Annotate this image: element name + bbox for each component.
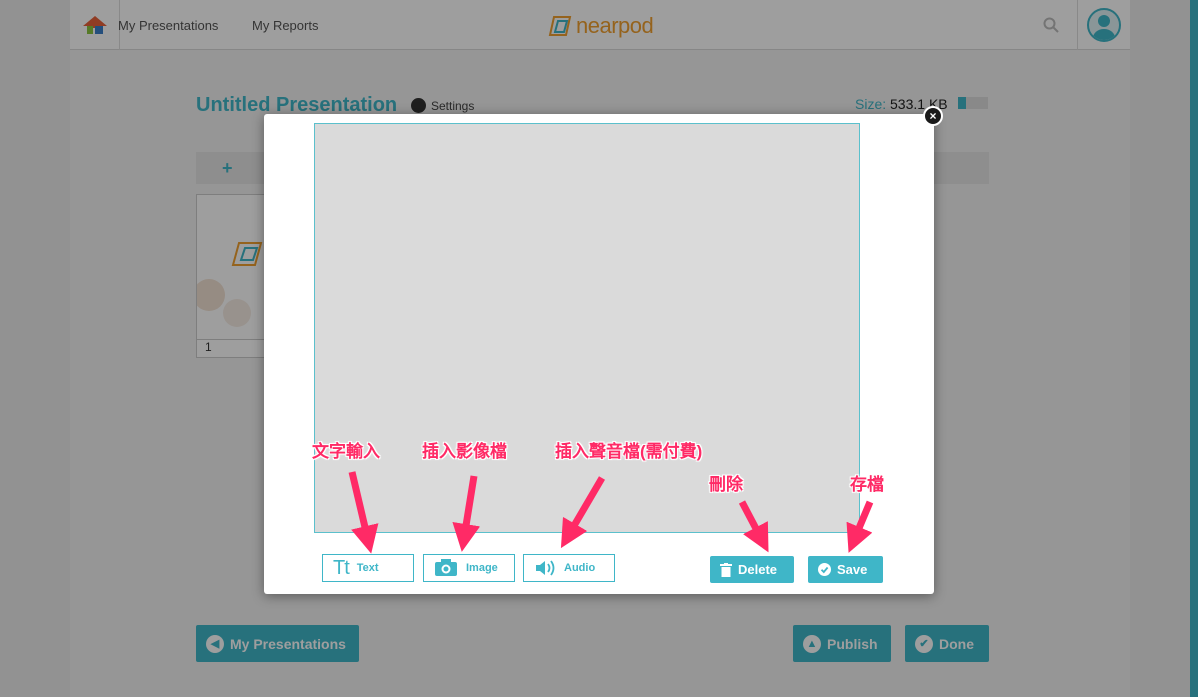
close-icon[interactable]: × — [923, 106, 943, 126]
trash-icon — [720, 562, 732, 577]
annotation-delete: 刪除 — [709, 475, 743, 494]
audio-tool-label: Audio — [564, 562, 596, 574]
annotation-insert-audio: 插入聲音檔(需付費) — [555, 442, 703, 461]
text-tool-label: Text — [356, 562, 379, 574]
slide-canvas[interactable] — [314, 123, 860, 533]
delete-button[interactable]: Delete — [710, 556, 794, 583]
annotation-text-input: 文字輸入 — [312, 442, 380, 461]
check-circle-icon — [818, 563, 831, 576]
image-tool-label: Image — [466, 562, 498, 574]
delete-label: Delete — [738, 562, 778, 577]
speaker-icon — [536, 560, 555, 576]
save-button[interactable]: Save — [808, 556, 883, 583]
text-icon: Tt — [333, 556, 350, 579]
text-tool-button[interactable]: Tt Text — [322, 554, 414, 582]
annotation-save: 存檔 — [850, 475, 884, 494]
save-label: Save — [837, 562, 868, 577]
audio-tool-button[interactable]: Audio — [523, 554, 615, 582]
annotation-insert-image: 插入影像檔 — [422, 442, 507, 461]
camera-icon — [435, 559, 457, 576]
image-tool-button[interactable]: Image — [423, 554, 515, 582]
slide-editor-modal: × Tt Text Image Audio Delete Save — [264, 106, 943, 594]
